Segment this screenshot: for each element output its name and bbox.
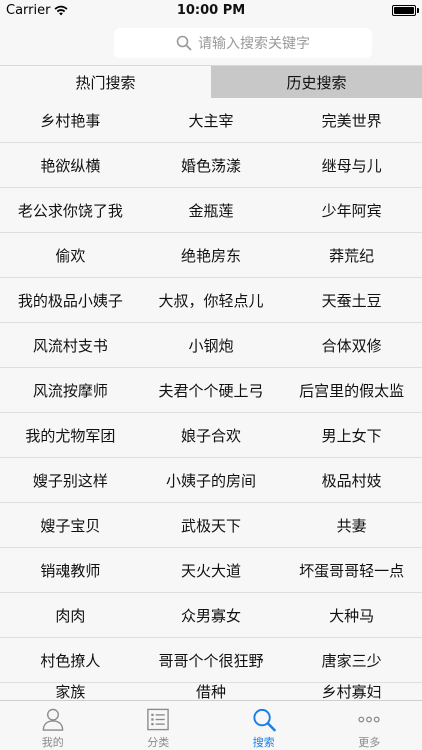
- table-row: 我的极品小姨子 大叔，你轻点儿 天蚕土豆: [0, 278, 422, 323]
- table-row: 乡村艳事 大主宰 完美世界: [0, 98, 422, 143]
- battery-tip: [417, 8, 419, 13]
- tabbar-label: 分类: [147, 736, 170, 749]
- keyword-item[interactable]: 我的尤物军团: [0, 413, 141, 457]
- tabbar-label: 我的: [41, 736, 64, 749]
- table-row: 嫂子别这样 小姨子的房间 极品村妓: [0, 458, 422, 503]
- keyword-item[interactable]: 少年阿宾: [281, 188, 422, 232]
- battery-icon: [392, 5, 416, 16]
- keyword-item[interactable]: 莽荒纪: [281, 233, 422, 277]
- search-icon: [253, 708, 276, 732]
- keyword-item[interactable]: 大主宰: [141, 98, 282, 142]
- clock: 10:00 PM: [176, 3, 246, 18]
- keyword-item[interactable]: 金瓶莲: [141, 188, 282, 232]
- keyword-item[interactable]: 艳欲纵横: [0, 143, 141, 187]
- list-icon: [147, 708, 170, 731]
- keyword-item[interactable]: 销魂教师: [0, 548, 141, 592]
- hot-search-grid: 乡村艳事 大主宰 完美世界 艳欲纵横 婚色荡漾 继母与儿 老公求你饶了我 金瓶莲…: [0, 98, 422, 700]
- table-row: 老公求你饶了我 金瓶莲 少年阿宾: [0, 188, 422, 233]
- search-bar: 请输入搜索关键字: [0, 22, 422, 66]
- keyword-item[interactable]: 合体双修: [281, 323, 422, 367]
- keyword-item[interactable]: 我的极品小姨子: [0, 278, 141, 322]
- tab-hot-search[interactable]: 热门搜索: [0, 66, 211, 98]
- keyword-item[interactable]: 娘子合欢: [141, 413, 282, 457]
- keyword-item[interactable]: 家族: [0, 683, 141, 700]
- keyword-item[interactable]: 天蚕土豆: [281, 278, 422, 322]
- table-row: 肉肉 众男寡女 大种马: [0, 593, 422, 638]
- keyword-item[interactable]: 绝艳房东: [141, 233, 282, 277]
- tabbar-label: 更多: [358, 736, 381, 749]
- keyword-item[interactable]: 后宫里的假太监: [281, 368, 422, 412]
- keyword-item[interactable]: 婚色荡漾: [141, 143, 282, 187]
- keyword-item[interactable]: 完美世界: [281, 98, 422, 142]
- tabbar-item-category[interactable]: 分类: [106, 701, 212, 750]
- tabbar-label: 搜索: [252, 736, 275, 749]
- keyword-item[interactable]: 武极天下: [141, 503, 282, 547]
- keyword-item[interactable]: 借种: [141, 683, 282, 700]
- keyword-item[interactable]: 乡村寡妇: [281, 683, 422, 700]
- keyword-item[interactable]: 肉肉: [0, 593, 141, 637]
- keyword-item[interactable]: 嫂子别这样: [0, 458, 141, 502]
- status-bar: Carrier 10:00 PM: [0, 0, 422, 22]
- keyword-item[interactable]: 男上女下: [281, 413, 422, 457]
- more-icon: [358, 716, 380, 723]
- tab-history-search[interactable]: 历史搜索: [211, 66, 422, 98]
- keyword-item[interactable]: 嫂子宝贝: [0, 503, 141, 547]
- table-row: 村色撩人 哥哥个个很狂野 唐家三少: [0, 638, 422, 683]
- search-input[interactable]: 请输入搜索关键字: [114, 28, 372, 58]
- table-row: 偷欢 绝艳房东 莽荒纪: [0, 233, 422, 278]
- keyword-item[interactable]: 哥哥个个很狂野: [141, 638, 282, 682]
- keyword-item[interactable]: 偷欢: [0, 233, 141, 277]
- table-row: 风流村支书 小钢炮 合体双修: [0, 323, 422, 368]
- keyword-item[interactable]: 夫君个个硬上弓: [141, 368, 282, 412]
- keyword-item[interactable]: 乡村艳事: [0, 98, 141, 142]
- keyword-item[interactable]: 村色撩人: [0, 638, 141, 682]
- bottom-tab-bar: 我的 分类 搜索 更多: [0, 700, 422, 750]
- search-tabs: 热门搜索 历史搜索: [0, 66, 422, 98]
- keyword-item[interactable]: 风流村支书: [0, 323, 141, 367]
- keyword-item[interactable]: 风流按摩师: [0, 368, 141, 412]
- table-row: 家族 借种 乡村寡妇: [0, 683, 422, 700]
- table-row: 销魂教师 天火大道 坏蛋哥哥轻一点: [0, 548, 422, 593]
- person-icon: [42, 708, 64, 731]
- keyword-item[interactable]: 极品村妓: [281, 458, 422, 502]
- tabbar-item-more[interactable]: 更多: [317, 701, 422, 750]
- table-row: 嫂子宝贝 武极天下 共妻: [0, 503, 422, 548]
- search-placeholder: 请输入搜索关键字: [198, 36, 310, 52]
- tabbar-item-mine[interactable]: 我的: [0, 701, 106, 750]
- keyword-item[interactable]: 众男寡女: [141, 593, 282, 637]
- keyword-item[interactable]: 坏蛋哥哥轻一点: [281, 548, 422, 592]
- search-icon: [176, 35, 192, 51]
- table-row: 艳欲纵横 婚色荡漾 继母与儿: [0, 143, 422, 188]
- keyword-item[interactable]: 共妻: [281, 503, 422, 547]
- keyword-item[interactable]: 大种马: [281, 593, 422, 637]
- keyword-item[interactable]: 天火大道: [141, 548, 282, 592]
- keyword-item[interactable]: 小姨子的房间: [141, 458, 282, 502]
- keyword-item[interactable]: 老公求你饶了我: [0, 188, 141, 232]
- keyword-item[interactable]: 小钢炮: [141, 323, 282, 367]
- keyword-item[interactable]: 唐家三少: [281, 638, 422, 682]
- table-row: 我的尤物军团 娘子合欢 男上女下: [0, 413, 422, 458]
- keyword-item[interactable]: 继母与儿: [281, 143, 422, 187]
- table-row: 风流按摩师 夫君个个硬上弓 后宫里的假太监: [0, 368, 422, 413]
- keyword-item[interactable]: 大叔，你轻点儿: [141, 278, 282, 322]
- tabbar-item-search[interactable]: 搜索: [211, 701, 317, 750]
